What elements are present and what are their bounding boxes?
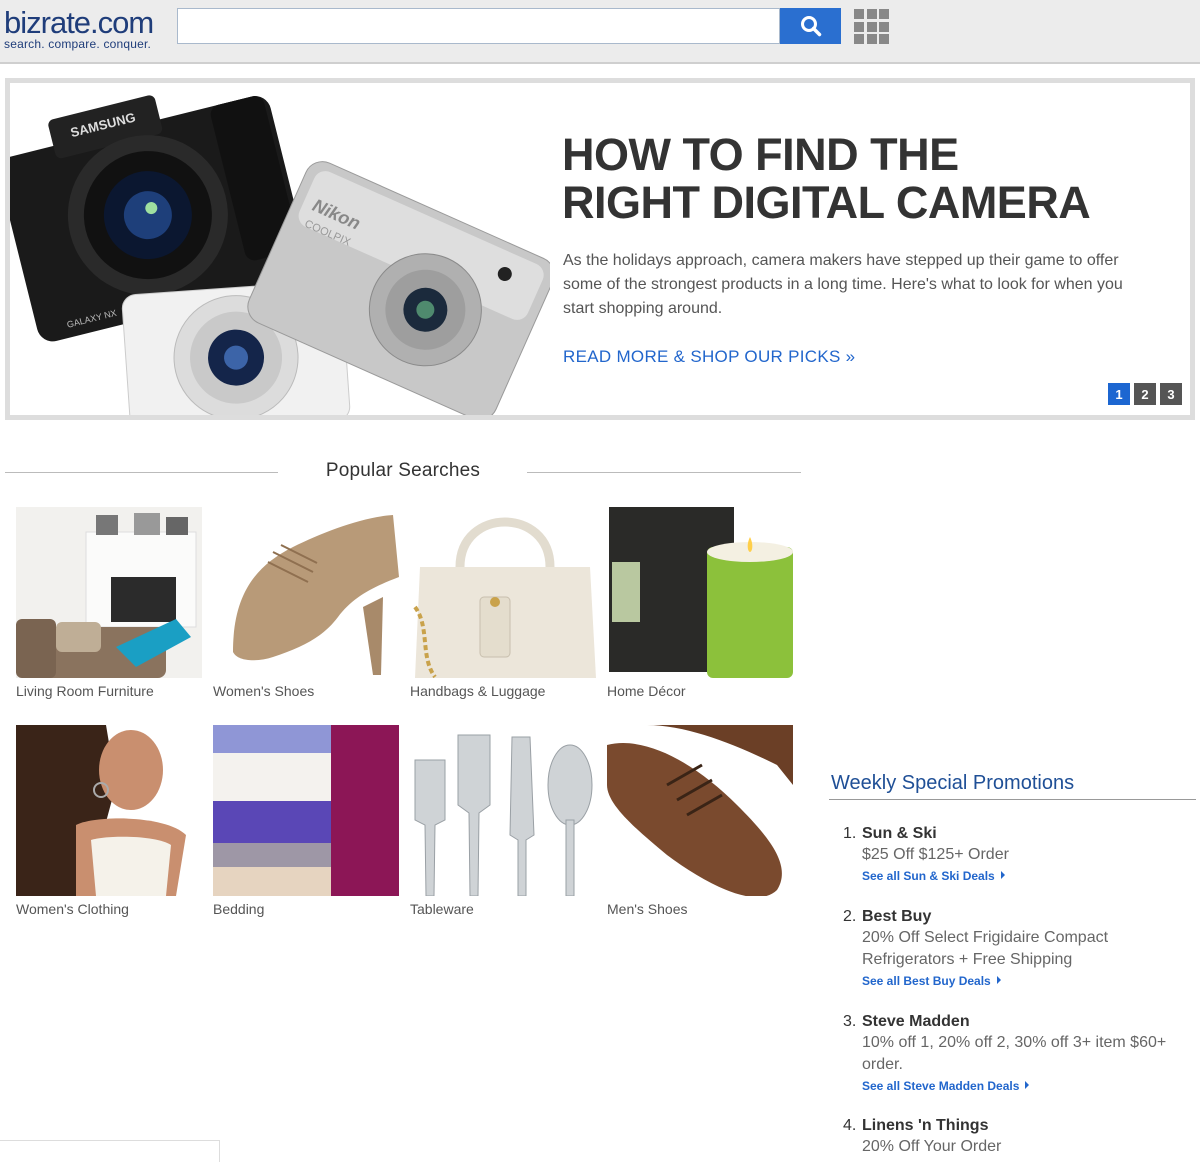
promotions-divider <box>829 799 1196 800</box>
promo-item: 2. Best Buy 20% Off Select Frigidaire Com… <box>843 908 1183 990</box>
promo-description[interactable]: 20% Off Your Order <box>862 1136 1183 1158</box>
tile-label[interactable]: Home Décor <box>607 683 793 699</box>
search-input[interactable] <box>177 8 780 44</box>
popular-tile-handbags[interactable]: Handbags & Luggage <box>410 507 596 699</box>
promo-description[interactable]: 20% Off Select Frigidaire Compact Refrig… <box>862 927 1183 971</box>
site-logo[interactable]: bizrate.com search. compare. conquer. <box>4 7 154 52</box>
magnifier-icon <box>800 16 821 37</box>
popular-tile-living-room[interactable]: Living Room Furniture <box>16 507 202 699</box>
promo-store-name[interactable]: Steve Madden <box>862 1013 970 1030</box>
carousel-page-1[interactable]: 1 <box>1108 383 1130 405</box>
promo-see-all-link[interactable]: See all Steve Madden Deals <box>862 1079 1030 1093</box>
womens-shoes-image[interactable] <box>213 507 399 678</box>
popular-tile-bedding[interactable]: Bedding <box>213 725 399 917</box>
hero-title-line2[interactable]: RIGHT DIGITAL CAMERA <box>562 179 1162 227</box>
carousel-page-3[interactable]: 3 <box>1160 383 1182 405</box>
bedding-image[interactable] <box>213 725 399 896</box>
hero-title[interactable]: HOW TO FIND THE RIGHT DIGITAL CAMERA <box>562 131 1162 227</box>
caret-right-icon <box>1025 1081 1030 1089</box>
carousel-pager: 1 2 3 <box>1108 383 1182 405</box>
promo-description[interactable]: 10% off 1, 20% off 2, 30% off 3+ item $6… <box>862 1032 1183 1076</box>
popular-searches-title: Popular Searches <box>325 460 481 481</box>
promo-item: 4. Linens 'n Things 20% Off Your Order <box>843 1117 1183 1158</box>
mens-shoes-image[interactable] <box>607 725 793 896</box>
tile-label[interactable]: Handbags & Luggage <box>410 683 596 699</box>
home-decor-image[interactable] <box>607 507 793 678</box>
living-room-image[interactable] <box>16 507 202 678</box>
promo-see-all-link[interactable]: See all Sun & Ski Deals <box>862 869 1005 883</box>
grid-icon[interactable] <box>854 9 889 44</box>
promo-store-name[interactable]: Sun & Ski <box>862 825 937 842</box>
popular-tile-womens-shoes[interactable]: Women's Shoes <box>213 507 399 699</box>
read-more-link[interactable]: READ MORE & SHOP OUR PICKS » <box>563 347 855 367</box>
hero-banner[interactable]: SAMSUNG GALAXY NX Nikon COOLPIX HOW TO F… <box>5 78 1195 420</box>
logo-tagline: search. compare. conquer. <box>4 37 152 51</box>
tile-label[interactable]: Living Room Furniture <box>16 683 202 699</box>
promo-number: 2. <box>843 908 857 925</box>
tile-label[interactable]: Men's Shoes <box>607 901 793 917</box>
promo-item: 1. Sun & Ski $25 Off $125+ Order See all … <box>843 825 1183 885</box>
bottom-panel <box>0 1140 220 1162</box>
hero-title-line1[interactable]: HOW TO FIND THE <box>562 131 1162 179</box>
tile-label[interactable]: Tableware <box>410 901 596 917</box>
womens-clothing-image[interactable] <box>16 725 202 896</box>
tile-label[interactable]: Bedding <box>213 901 399 917</box>
handbags-image[interactable] <box>410 507 596 678</box>
promo-item: 3. Steve Madden 10% off 1, 20% off 2, 30%… <box>843 1013 1183 1095</box>
promo-number: 3. <box>843 1013 857 1030</box>
caret-right-icon <box>1000 871 1005 879</box>
tableware-image[interactable] <box>410 725 596 896</box>
site-header: bizrate.com search. compare. conquer. <box>0 0 1200 64</box>
promo-number: 4. <box>843 1117 857 1134</box>
promo-see-all-link[interactable]: See all Best Buy Deals <box>862 974 1001 988</box>
popular-tile-womens-clothing[interactable]: Women's Clothing <box>16 725 202 917</box>
popular-tile-mens-shoes[interactable]: Men's Shoes <box>607 725 793 917</box>
popular-searches-header: Popular Searches <box>5 460 801 484</box>
caret-right-icon <box>996 976 1001 984</box>
promo-store-name[interactable]: Best Buy <box>862 908 931 925</box>
popular-tile-tableware[interactable]: Tableware <box>410 725 596 917</box>
tile-label[interactable]: Women's Clothing <box>16 901 202 917</box>
promotions-title: Weekly Special Promotions <box>831 772 1075 794</box>
promo-number: 1. <box>843 825 857 842</box>
logo-text[interactable]: bizrate.com <box>4 7 154 39</box>
promo-description[interactable]: $25 Off $125+ Order <box>862 844 1183 866</box>
promo-store-name[interactable]: Linens 'n Things <box>862 1117 988 1134</box>
hero-description: As the holidays approach, camera makers … <box>563 252 1123 317</box>
tile-label[interactable]: Women's Shoes <box>213 683 399 699</box>
carousel-page-2[interactable]: 2 <box>1134 383 1156 405</box>
popular-tile-home-decor[interactable]: Home Décor <box>607 507 793 699</box>
search-button[interactable] <box>780 8 841 44</box>
cameras-image[interactable]: SAMSUNG GALAXY NX Nikon COOLPIX <box>10 83 550 415</box>
